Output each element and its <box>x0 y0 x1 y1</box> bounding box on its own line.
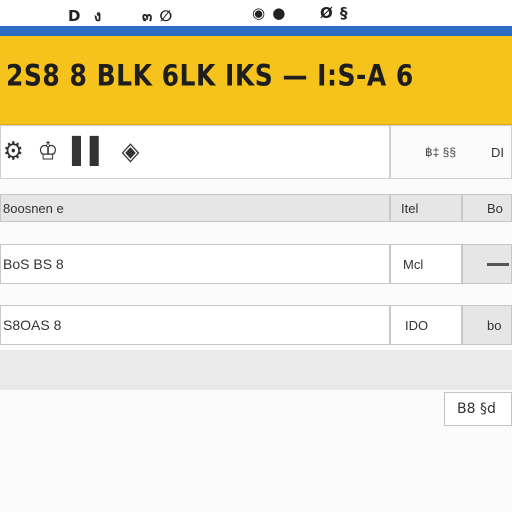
title-banner: 2S8 8 BLK 6LK IKS — I:S-A 6 <box>0 36 512 127</box>
row-value-field[interactable]: IDO <box>390 305 462 345</box>
pin-icon[interactable]: ♔ <box>38 138 59 167</box>
row-label-field[interactable]: S8OAS 8 <box>0 305 390 345</box>
icon-toolbar-row: ⚙ ♔ ▌▌ ◈ ฿‡ §§ DI <box>0 125 512 179</box>
toolbar-right-label[interactable]: ฿‡ §§ <box>425 145 456 159</box>
header-accent-bar <box>0 26 512 36</box>
row-value-field[interactable]: Mcl <box>390 244 462 284</box>
section-divider <box>0 350 512 390</box>
grid-icon[interactable]: ◈ <box>122 138 140 167</box>
toolbar-right-action[interactable]: DI <box>491 145 504 160</box>
list-item[interactable]: S8OAS 8 IDO bo <box>0 305 512 345</box>
toolbar-item-3[interactable]: ◉ ● <box>252 4 286 22</box>
icon-toolbar: ⚙ ♔ ▌▌ ◈ <box>0 125 390 179</box>
row-action-button[interactable]: Bo <box>462 194 512 222</box>
toolbar-right-panel: ฿‡ §§ DI <box>390 125 512 179</box>
toolbar-item-1[interactable]: D ง <box>68 4 102 28</box>
list-item[interactable]: 8oosnen e Itel Bo <box>0 194 512 222</box>
list-item[interactable]: BoS BS 8 Mcl <box>0 244 512 284</box>
page-title: 2S8 8 BLK 6LK IKS — I:S-A 6 <box>6 58 414 93</box>
toolbar-item-4[interactable]: Ø § <box>320 4 348 22</box>
chart-icon[interactable]: ▌▌ <box>72 138 107 167</box>
top-toolbar: D ง ๓ ∅ ◉ ● Ø § <box>0 0 512 26</box>
remove-button[interactable] <box>462 244 512 284</box>
row-label-field[interactable]: 8oosnen e <box>0 194 390 222</box>
row-value-field[interactable]: Itel <box>390 194 462 222</box>
minus-icon <box>487 262 509 266</box>
toolbar-item-2[interactable]: ๓ ∅ <box>142 4 173 28</box>
submit-button[interactable]: B8 §d <box>444 392 512 426</box>
settings-icon[interactable]: ⚙ <box>3 138 24 167</box>
row-label-field[interactable]: BoS BS 8 <box>0 244 390 284</box>
row-action-button[interactable]: bo <box>462 305 512 345</box>
